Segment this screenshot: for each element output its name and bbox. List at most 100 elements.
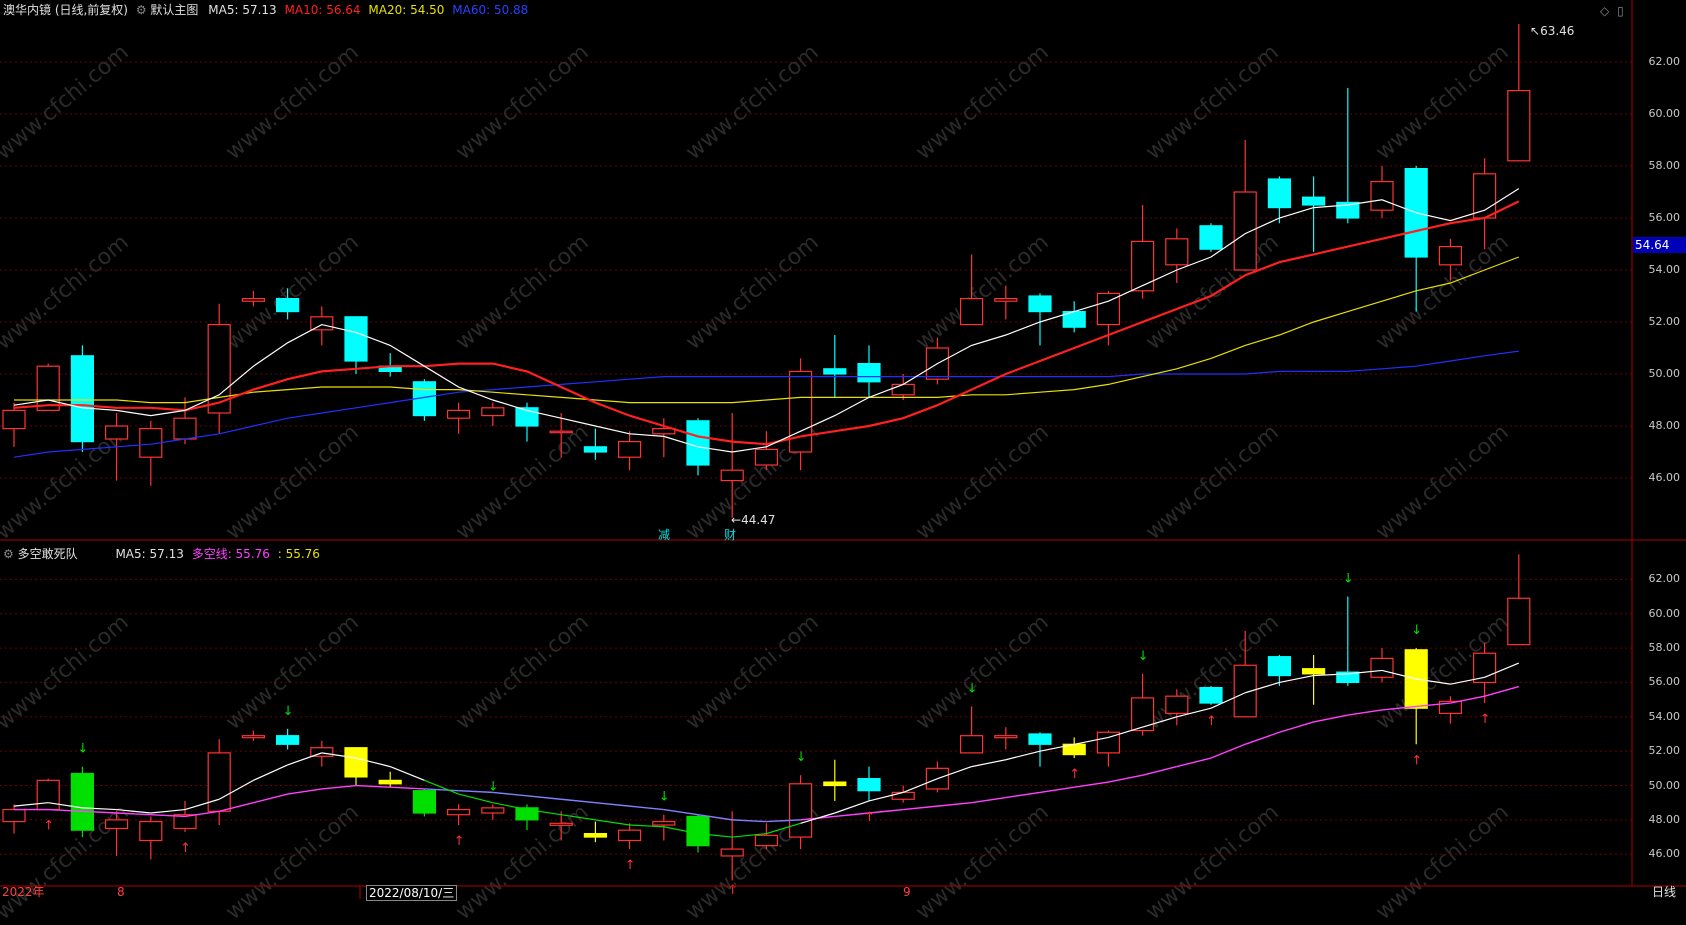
period-label[interactable]: 日线 xyxy=(1652,885,1676,899)
sub-candle-body xyxy=(1199,686,1223,704)
sub-candle-body xyxy=(207,752,231,812)
sub-candle-body xyxy=(36,779,60,811)
sub-candle-body xyxy=(173,814,197,830)
sub-candle-body xyxy=(583,833,608,838)
sub-tick-label: 54.00 xyxy=(1648,709,1681,723)
arrow-icon: ← xyxy=(731,513,742,527)
down-arrow-icon: ↓ xyxy=(659,790,670,805)
down-arrow-icon: ↓ xyxy=(488,779,499,794)
sub-header: ⚙ 多空敢死队 MA5: 57.13 多空线: 55.76 : 55.76 xyxy=(3,547,320,561)
price-tick-label: 46.00 xyxy=(1648,471,1681,484)
sub-candle-body xyxy=(720,848,744,857)
candle-body xyxy=(1301,196,1326,206)
sub-tick-label: 50.00 xyxy=(1648,778,1681,792)
sub-ma5-line-segment xyxy=(971,759,1006,768)
candle-body xyxy=(70,355,95,443)
settings-icon[interactable]: ⚙ xyxy=(3,547,14,561)
arrow-icon: ↖ xyxy=(1530,24,1541,38)
up-arrow-icon: ↑ xyxy=(43,819,54,834)
sub-candle-body xyxy=(788,783,813,838)
dkx-line-segment xyxy=(287,788,322,795)
price-tick-label: 54.00 xyxy=(1648,263,1681,276)
dkx-line-segment xyxy=(629,805,664,811)
high-label: ↖63.46 xyxy=(1530,24,1574,38)
up-arrow-icon: ↑ xyxy=(1411,753,1422,768)
sub-ma5-line-segment xyxy=(287,752,322,766)
candle-body xyxy=(754,448,779,466)
sub-candle-body xyxy=(857,778,881,792)
price-tick-label: 60.00 xyxy=(1648,107,1681,120)
indicator-name[interactable]: 默认主图 xyxy=(150,3,198,17)
sub-candle-body xyxy=(1370,657,1394,678)
sub-tick-label: 56.00 xyxy=(1648,675,1681,689)
sub-candle-body xyxy=(447,808,471,816)
price-tick-label: 50.00 xyxy=(1648,367,1681,380)
sub-ma5-line-segment xyxy=(561,814,596,821)
sub-candle-body xyxy=(652,820,676,826)
sub-candle-body xyxy=(1472,652,1497,684)
dkx-line-segment xyxy=(1347,709,1383,716)
sub-ma5-line-segment xyxy=(1005,750,1041,761)
sub-ma5-line-segment xyxy=(150,808,186,814)
up-arrow-icon: ↑ xyxy=(727,883,738,898)
candle-body xyxy=(617,441,642,458)
price-tick-label: 56.00 xyxy=(1648,211,1681,224)
diamond-icon[interactable]: ◇ xyxy=(1600,4,1609,18)
down-arrow-icon: ↓ xyxy=(796,750,807,765)
sub-tick-label: 52.00 xyxy=(1648,744,1681,758)
reduce-marker[interactable]: 减 xyxy=(658,528,670,542)
dkx-line-segment xyxy=(1484,685,1519,697)
sub-candle-body xyxy=(754,834,779,847)
sub-candle-body xyxy=(481,807,505,814)
sub-candle-body xyxy=(1165,695,1189,714)
sub-candle-body xyxy=(1267,656,1292,677)
sub-tick-label: 58.00 xyxy=(1648,641,1681,655)
up-arrow-icon: ↑ xyxy=(454,834,465,849)
sub-candle-body xyxy=(549,822,573,826)
up-arrow-icon: ↑ xyxy=(180,841,191,856)
price-tick-label: 58.00 xyxy=(1648,159,1681,172)
sub-ma5-line-segment xyxy=(389,766,425,781)
price-tick-label: 62.00 xyxy=(1648,55,1681,68)
up-arrow-icon: ↑ xyxy=(864,810,875,825)
settings-icon[interactable]: ⚙ xyxy=(136,3,147,17)
candle-body xyxy=(788,370,813,453)
candle-body xyxy=(720,469,744,482)
dkx-line-segment xyxy=(1450,695,1485,704)
low-label: ←44.47 xyxy=(731,513,775,527)
low-value: 44.47 xyxy=(741,513,776,527)
year-label: 2022年 xyxy=(2,885,45,899)
finance-marker[interactable]: 财 xyxy=(724,528,736,542)
sub-candle-body xyxy=(1301,668,1326,675)
dkx-line-segment xyxy=(184,810,220,818)
stock-title[interactable]: 澳华内镜 (日线,前复权) xyxy=(3,3,128,17)
down-arrow-icon: ↓ xyxy=(967,681,978,696)
ma5-label: MA5: 57.13 xyxy=(208,3,277,17)
sub-candle-body xyxy=(994,735,1018,739)
sub-ma5-line-segment xyxy=(1279,674,1314,684)
ma10-line xyxy=(13,200,1520,446)
dkx-line-segment xyxy=(1074,781,1109,788)
window-icon[interactable]: ▯ xyxy=(1617,4,1624,18)
sub-tick-label: 60.00 xyxy=(1648,606,1681,620)
sub-ma5-line-segment xyxy=(116,808,151,814)
sub-candle-body xyxy=(891,791,915,800)
sub-candle-body xyxy=(686,815,710,847)
candle-body xyxy=(36,365,60,412)
candle-body xyxy=(1267,178,1292,209)
sub-candle-body xyxy=(139,820,163,842)
ma5-line xyxy=(13,188,1520,453)
dkx-line-segment xyxy=(561,798,596,804)
sub-candle-body xyxy=(2,808,26,823)
candle-body xyxy=(447,409,471,419)
sub-indicator-name[interactable]: 多空敢死队 xyxy=(18,547,78,561)
sub-candle-body xyxy=(241,735,265,739)
main-header: 澳华内镜 (日线,前复权) ⚙ 默认主图 MA5: 57.13 MA10: 56… xyxy=(3,3,528,17)
dkx-line-segment xyxy=(321,784,357,790)
sub-candle-body xyxy=(617,829,642,842)
current-price-tag: 54.64 xyxy=(1633,237,1686,253)
panel-controls: ◇ ▯ xyxy=(1600,4,1624,18)
candle-body xyxy=(1165,238,1189,266)
candle-body xyxy=(891,383,915,396)
ma60-label: MA60: 50.88 xyxy=(452,3,529,17)
